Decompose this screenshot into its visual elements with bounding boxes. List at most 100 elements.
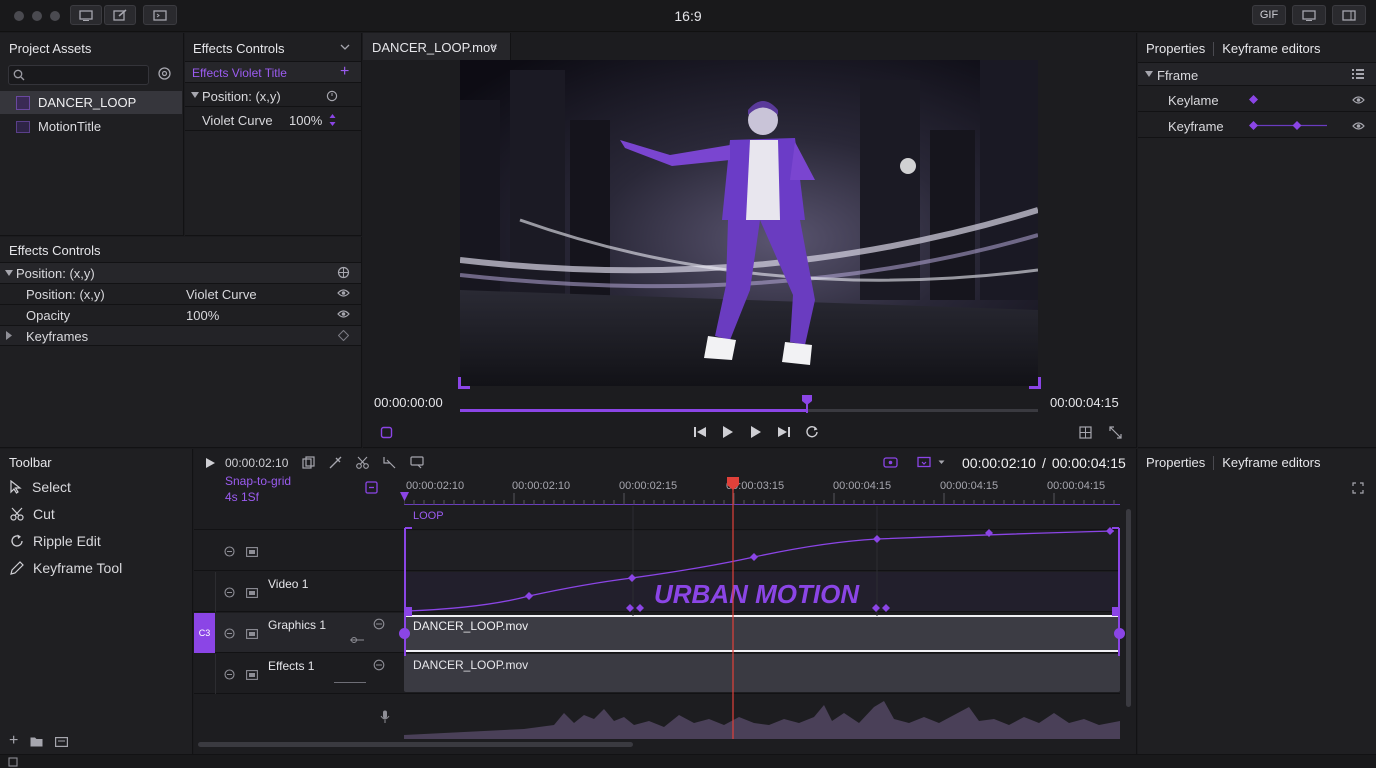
loop-playback-icon[interactable] bbox=[805, 425, 819, 439]
snap-to-grid-label[interactable]: Snap-to-grid bbox=[225, 474, 291, 488]
media-bin-icon[interactable] bbox=[55, 736, 69, 747]
property-group-fframe[interactable]: Fframe bbox=[1138, 62, 1376, 86]
track-header-graphics-1[interactable]: C3 Graphics 1 bbox=[194, 613, 404, 653]
tool-cut[interactable]: Cut bbox=[10, 506, 55, 522]
sync-lock-icon[interactable] bbox=[224, 546, 235, 557]
property-row-keylame[interactable]: Keylame bbox=[1138, 87, 1376, 112]
snap-icon[interactable] bbox=[365, 481, 378, 494]
fullscreen-icon[interactable] bbox=[1109, 426, 1122, 439]
clip-dancer-loop[interactable]: DANCER_LOOP.mov bbox=[404, 654, 1120, 692]
keyframe-diamond-icon[interactable] bbox=[338, 330, 349, 341]
assets-search-input[interactable] bbox=[29, 67, 145, 83]
disclosure-triangle-right-icon[interactable] bbox=[6, 331, 12, 340]
track-output-icon[interactable] bbox=[246, 588, 258, 598]
export-chevron-down-icon[interactable] bbox=[938, 460, 945, 465]
automation-keyframe[interactable] bbox=[985, 529, 993, 537]
effect-group-position[interactable]: Position: (x,y) bbox=[0, 262, 361, 283]
effect-row-position[interactable]: Position: (x,y) bbox=[185, 85, 361, 107]
asset-item-motion-title[interactable]: MotionTitle bbox=[0, 115, 182, 138]
property-row-keyframe[interactable]: Keyframe bbox=[1138, 113, 1376, 138]
effect-row-position-value[interactable]: Position: (x,y) Violet Curve bbox=[0, 283, 361, 304]
viewer-tab[interactable]: DANCER_LOOP.mov × bbox=[363, 33, 511, 60]
stepper-icon[interactable] bbox=[329, 113, 336, 127]
gif-export-button[interactable]: GIF bbox=[1252, 5, 1286, 25]
close-tab-icon[interactable]: × bbox=[490, 39, 498, 54]
folder-icon[interactable] bbox=[30, 736, 43, 747]
effect-row-keyframes[interactable]: Keyframes bbox=[0, 325, 361, 346]
viewer-scrubber-track[interactable] bbox=[460, 395, 1038, 413]
play-icon[interactable] bbox=[721, 425, 735, 439]
keyframe-diamond-icon[interactable] bbox=[1249, 95, 1258, 104]
track-settings-icon[interactable] bbox=[373, 618, 385, 630]
eye-icon[interactable] bbox=[1352, 121, 1365, 131]
effect-title-row[interactable]: Effects Violet Title + bbox=[185, 61, 361, 83]
effect-row-value[interactable]: 100% bbox=[186, 308, 219, 323]
automation-keyframe[interactable] bbox=[750, 553, 758, 561]
automation-keyframe[interactable] bbox=[525, 592, 533, 600]
track-target-badge[interactable]: C3 bbox=[194, 613, 215, 653]
expand-panel-icon[interactable] bbox=[1352, 482, 1364, 494]
effect-row-value[interactable]: 100% bbox=[289, 113, 322, 128]
tool-ripple-edit[interactable]: Ripple Edit bbox=[10, 533, 101, 549]
play-forward-icon[interactable] bbox=[749, 425, 763, 439]
display-icon[interactable] bbox=[1292, 5, 1326, 25]
track-settings-icon[interactable] bbox=[373, 659, 385, 671]
disclosure-triangle-icon[interactable] bbox=[1145, 71, 1153, 78]
crop-corner-bottom-right[interactable] bbox=[1029, 377, 1041, 389]
lane-audio[interactable] bbox=[404, 695, 1120, 739]
tab-keyframe-editors[interactable]: Keyframe editors bbox=[1222, 41, 1320, 56]
track-header-effects-1[interactable]: Effects 1 bbox=[194, 654, 404, 694]
razor-icon[interactable] bbox=[329, 456, 342, 469]
reset-icon[interactable] bbox=[326, 90, 338, 102]
viewer-playhead-handle[interactable] bbox=[801, 395, 812, 413]
list-menu-icon[interactable] bbox=[1352, 68, 1364, 79]
slip-icon[interactable] bbox=[383, 456, 396, 469]
disclosure-triangle-icon[interactable] bbox=[5, 270, 13, 277]
timeline-horizontal-scrollbar[interactable] bbox=[198, 742, 633, 747]
asset-item-dancer-loop[interactable]: DANCER_LOOP bbox=[0, 91, 182, 114]
keyframe-pair[interactable] bbox=[872, 604, 890, 612]
track-volume-slider-icon[interactable] bbox=[349, 636, 365, 644]
skip-forward-icon[interactable] bbox=[777, 426, 791, 438]
snap-to-grid-value[interactable]: 4s 1Sf bbox=[225, 490, 259, 504]
tool-keyframe[interactable]: Keyframe Tool bbox=[10, 560, 122, 576]
automation-keyframe[interactable] bbox=[628, 574, 636, 582]
reset-icon[interactable] bbox=[337, 266, 350, 279]
eye-icon[interactable] bbox=[337, 309, 350, 319]
duplicate-icon[interactable] bbox=[302, 456, 315, 469]
track-output-icon[interactable] bbox=[246, 629, 258, 639]
sync-lock-icon[interactable] bbox=[224, 587, 235, 598]
timeline-vertical-scrollbar[interactable] bbox=[1126, 509, 1131, 707]
timeline-ruler[interactable]: 00:00:02:10 00:00:02:10 00:00:02:15 00:0… bbox=[400, 479, 1120, 505]
add-effect-icon[interactable]: + bbox=[340, 63, 349, 81]
marker-icon[interactable] bbox=[410, 456, 425, 469]
effect-row-violet-curve[interactable]: Violet Curve 100% bbox=[185, 109, 361, 131]
keyframe-pair[interactable] bbox=[626, 604, 644, 612]
loop-indicator-icon[interactable] bbox=[380, 426, 393, 439]
eye-icon[interactable] bbox=[1352, 95, 1365, 105]
status-square-icon[interactable] bbox=[8, 757, 18, 767]
chevron-down-icon[interactable] bbox=[340, 43, 350, 51]
disclosure-triangle-icon[interactable] bbox=[191, 92, 199, 99]
sync-lock-icon[interactable] bbox=[224, 669, 235, 680]
scissors-icon[interactable] bbox=[356, 456, 369, 469]
track-header-audio[interactable] bbox=[194, 695, 404, 739]
tab-properties[interactable]: Properties bbox=[1146, 455, 1205, 470]
in-point-marker-icon[interactable] bbox=[400, 492, 409, 502]
lane-effects-1[interactable]: DANCER_LOOP.mov bbox=[404, 654, 1120, 694]
tab-keyframe-editors[interactable]: Keyframe editors bbox=[1222, 455, 1320, 470]
effect-row-opacity[interactable]: Opacity 100% bbox=[0, 304, 361, 325]
eye-icon[interactable] bbox=[337, 288, 350, 298]
timeline-playhead[interactable] bbox=[727, 477, 740, 739]
sync-lock-icon[interactable] bbox=[224, 628, 235, 639]
video-frame[interactable] bbox=[460, 60, 1038, 386]
track-header-video-1[interactable]: Video 1 bbox=[194, 572, 404, 612]
render-icon[interactable] bbox=[883, 457, 898, 468]
track-output-icon[interactable] bbox=[246, 547, 258, 557]
sidebar-toggle-icon[interactable] bbox=[1332, 5, 1366, 25]
skip-back-icon[interactable] bbox=[693, 426, 707, 438]
timeline-play-icon[interactable] bbox=[205, 457, 216, 469]
tab-properties[interactable]: Properties bbox=[1146, 41, 1205, 56]
effect-row-value[interactable]: Violet Curve bbox=[186, 287, 257, 302]
crop-corner-bottom-left[interactable] bbox=[458, 377, 470, 389]
